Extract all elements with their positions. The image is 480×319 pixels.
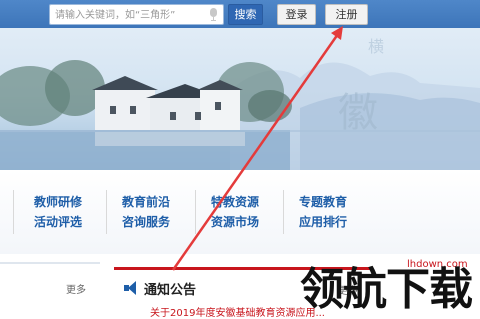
nav-divider: [195, 190, 196, 234]
nav-divider: [106, 190, 107, 234]
search-box[interactable]: [49, 4, 224, 25]
watermark-logo-text: 领航下载: [300, 264, 473, 315]
nav-link-app-ranking[interactable]: 应用排行: [299, 212, 369, 232]
more-link[interactable]: 更多: [66, 281, 86, 296]
nav-link-topic-education[interactable]: 专题教育: [299, 192, 369, 212]
hero-banner: 徽 横: [0, 28, 480, 170]
nav-link-education-frontier[interactable]: 教育前沿: [122, 192, 192, 212]
search-button[interactable]: 搜索: [228, 4, 263, 25]
nav-link-activity-selection[interactable]: 活动评选: [34, 212, 104, 232]
nav-link-resource-market[interactable]: 资源市场: [211, 212, 281, 232]
register-button[interactable]: 注册: [325, 4, 368, 25]
nav-column-4: 专题教育 应用排行: [299, 192, 369, 232]
nav-link-teacher-training[interactable]: 教师研修: [34, 192, 104, 212]
nav-link-consulting-service[interactable]: 咨询服务: [122, 212, 192, 232]
main-nav: 教师研修 活动评选 教育前沿 咨询服务 特教资源 资源市场 专题教育 应用排行: [0, 170, 480, 254]
nav-column-1: 教师研修 活动评选: [34, 192, 104, 232]
nav-divider: [13, 190, 14, 234]
nav-column-2: 教育前沿 咨询服务: [122, 192, 192, 232]
nav-link-special-education[interactable]: 特教资源: [211, 192, 281, 212]
left-panel: 更多: [0, 262, 100, 319]
svg-text:横: 横: [368, 37, 384, 56]
notice-title: 通知公告: [144, 283, 197, 298]
search-input[interactable]: [55, 7, 205, 23]
svg-text:徽: 徽: [338, 90, 378, 136]
login-button[interactable]: 登录: [277, 4, 316, 25]
nav-divider: [283, 190, 284, 234]
nav-column-3: 特教资源 资源市场: [211, 192, 281, 232]
speaker-icon: [124, 281, 138, 295]
microphone-icon[interactable]: [210, 8, 217, 21]
village-landscape-image: 徽 横: [0, 37, 480, 170]
top-bar: 搜索 登录 注册: [0, 0, 480, 28]
